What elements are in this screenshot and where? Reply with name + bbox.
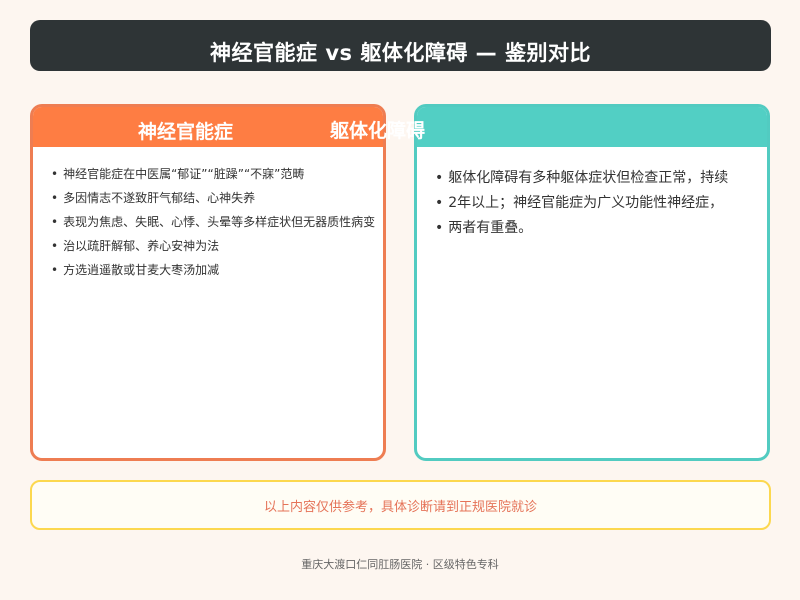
somatization-list: • 躯体化障碍有多种躯体症状但检查正常，持续 • 2年以上；神经官能症为广义功能性神… — [417, 147, 767, 241]
title-bar: 神经官能症 vs 躯体化障碍 — 鉴别对比 — [30, 20, 771, 71]
list-item: • 2年以上；神经官能症为广义功能性神经症， — [435, 195, 724, 211]
page-title: 神经官能症 vs 躯体化障碍 — 鉴别对比 — [210, 41, 591, 65]
somatization-card-header — [417, 107, 767, 147]
footer: 重庆大渡口仁同肛肠医院 · 区级特色专科 — [0, 556, 800, 572]
bullet-icon: • — [51, 215, 59, 229]
list-item: • 两者有重叠。 — [435, 220, 533, 236]
list-item: • 治以疏肝解郁、养心安神为法 — [51, 239, 220, 253]
list-item: • 方选逍遥散或甘麦大枣汤加减 — [51, 263, 220, 277]
list-item: • 多因情志不遂致肝气郁结、心神失养 — [51, 191, 256, 205]
bullet-icon: • — [51, 191, 59, 205]
bullet-icon: • — [51, 239, 59, 253]
bullet-icon: • — [435, 195, 444, 211]
bullet-icon: • — [435, 170, 444, 186]
bullet-icon: • — [51, 167, 59, 181]
neurosis-card: 神经官能症 • 神经官能症在中医属“郁证”“脏躁”“不寐”范畴 • 多因情志不遂致肝… — [30, 104, 386, 461]
disclaimer-box: 以上内容仅供参考，具体诊断请到正规医院就诊 — [30, 480, 771, 530]
neurosis-list: • 神经官能症在中医属“郁证”“脏躁”“不寐”范畴 • 多因情志不遂致肝气郁结、心神… — [33, 147, 383, 282]
bullet-icon: • — [51, 263, 59, 277]
footer-text: 重庆大渡口仁同肛肠医院 · 区级特色专科 — [301, 558, 499, 571]
list-item: • 表现为焦虑、失眠、心悸、头晕等多样症状但无器质性病变 — [51, 215, 376, 229]
list-item: • 神经官能症在中医属“郁证”“脏躁”“不寐”范畴 — [51, 167, 305, 181]
bullet-icon: • — [435, 220, 444, 236]
list-item: • 躯体化障碍有多种躯体症状但检查正常，持续 — [435, 170, 729, 186]
somatization-card: • 躯体化障碍有多种躯体症状但检查正常，持续 • 2年以上；神经官能症为广义功能性神… — [414, 104, 770, 461]
disclaimer-text: 以上内容仅供参考，具体诊断请到正规医院就诊 — [263, 499, 537, 515]
neurosis-card-title: 神经官能症 — [138, 121, 234, 143]
somatization-card-title: 躯体化障碍 — [330, 120, 426, 142]
